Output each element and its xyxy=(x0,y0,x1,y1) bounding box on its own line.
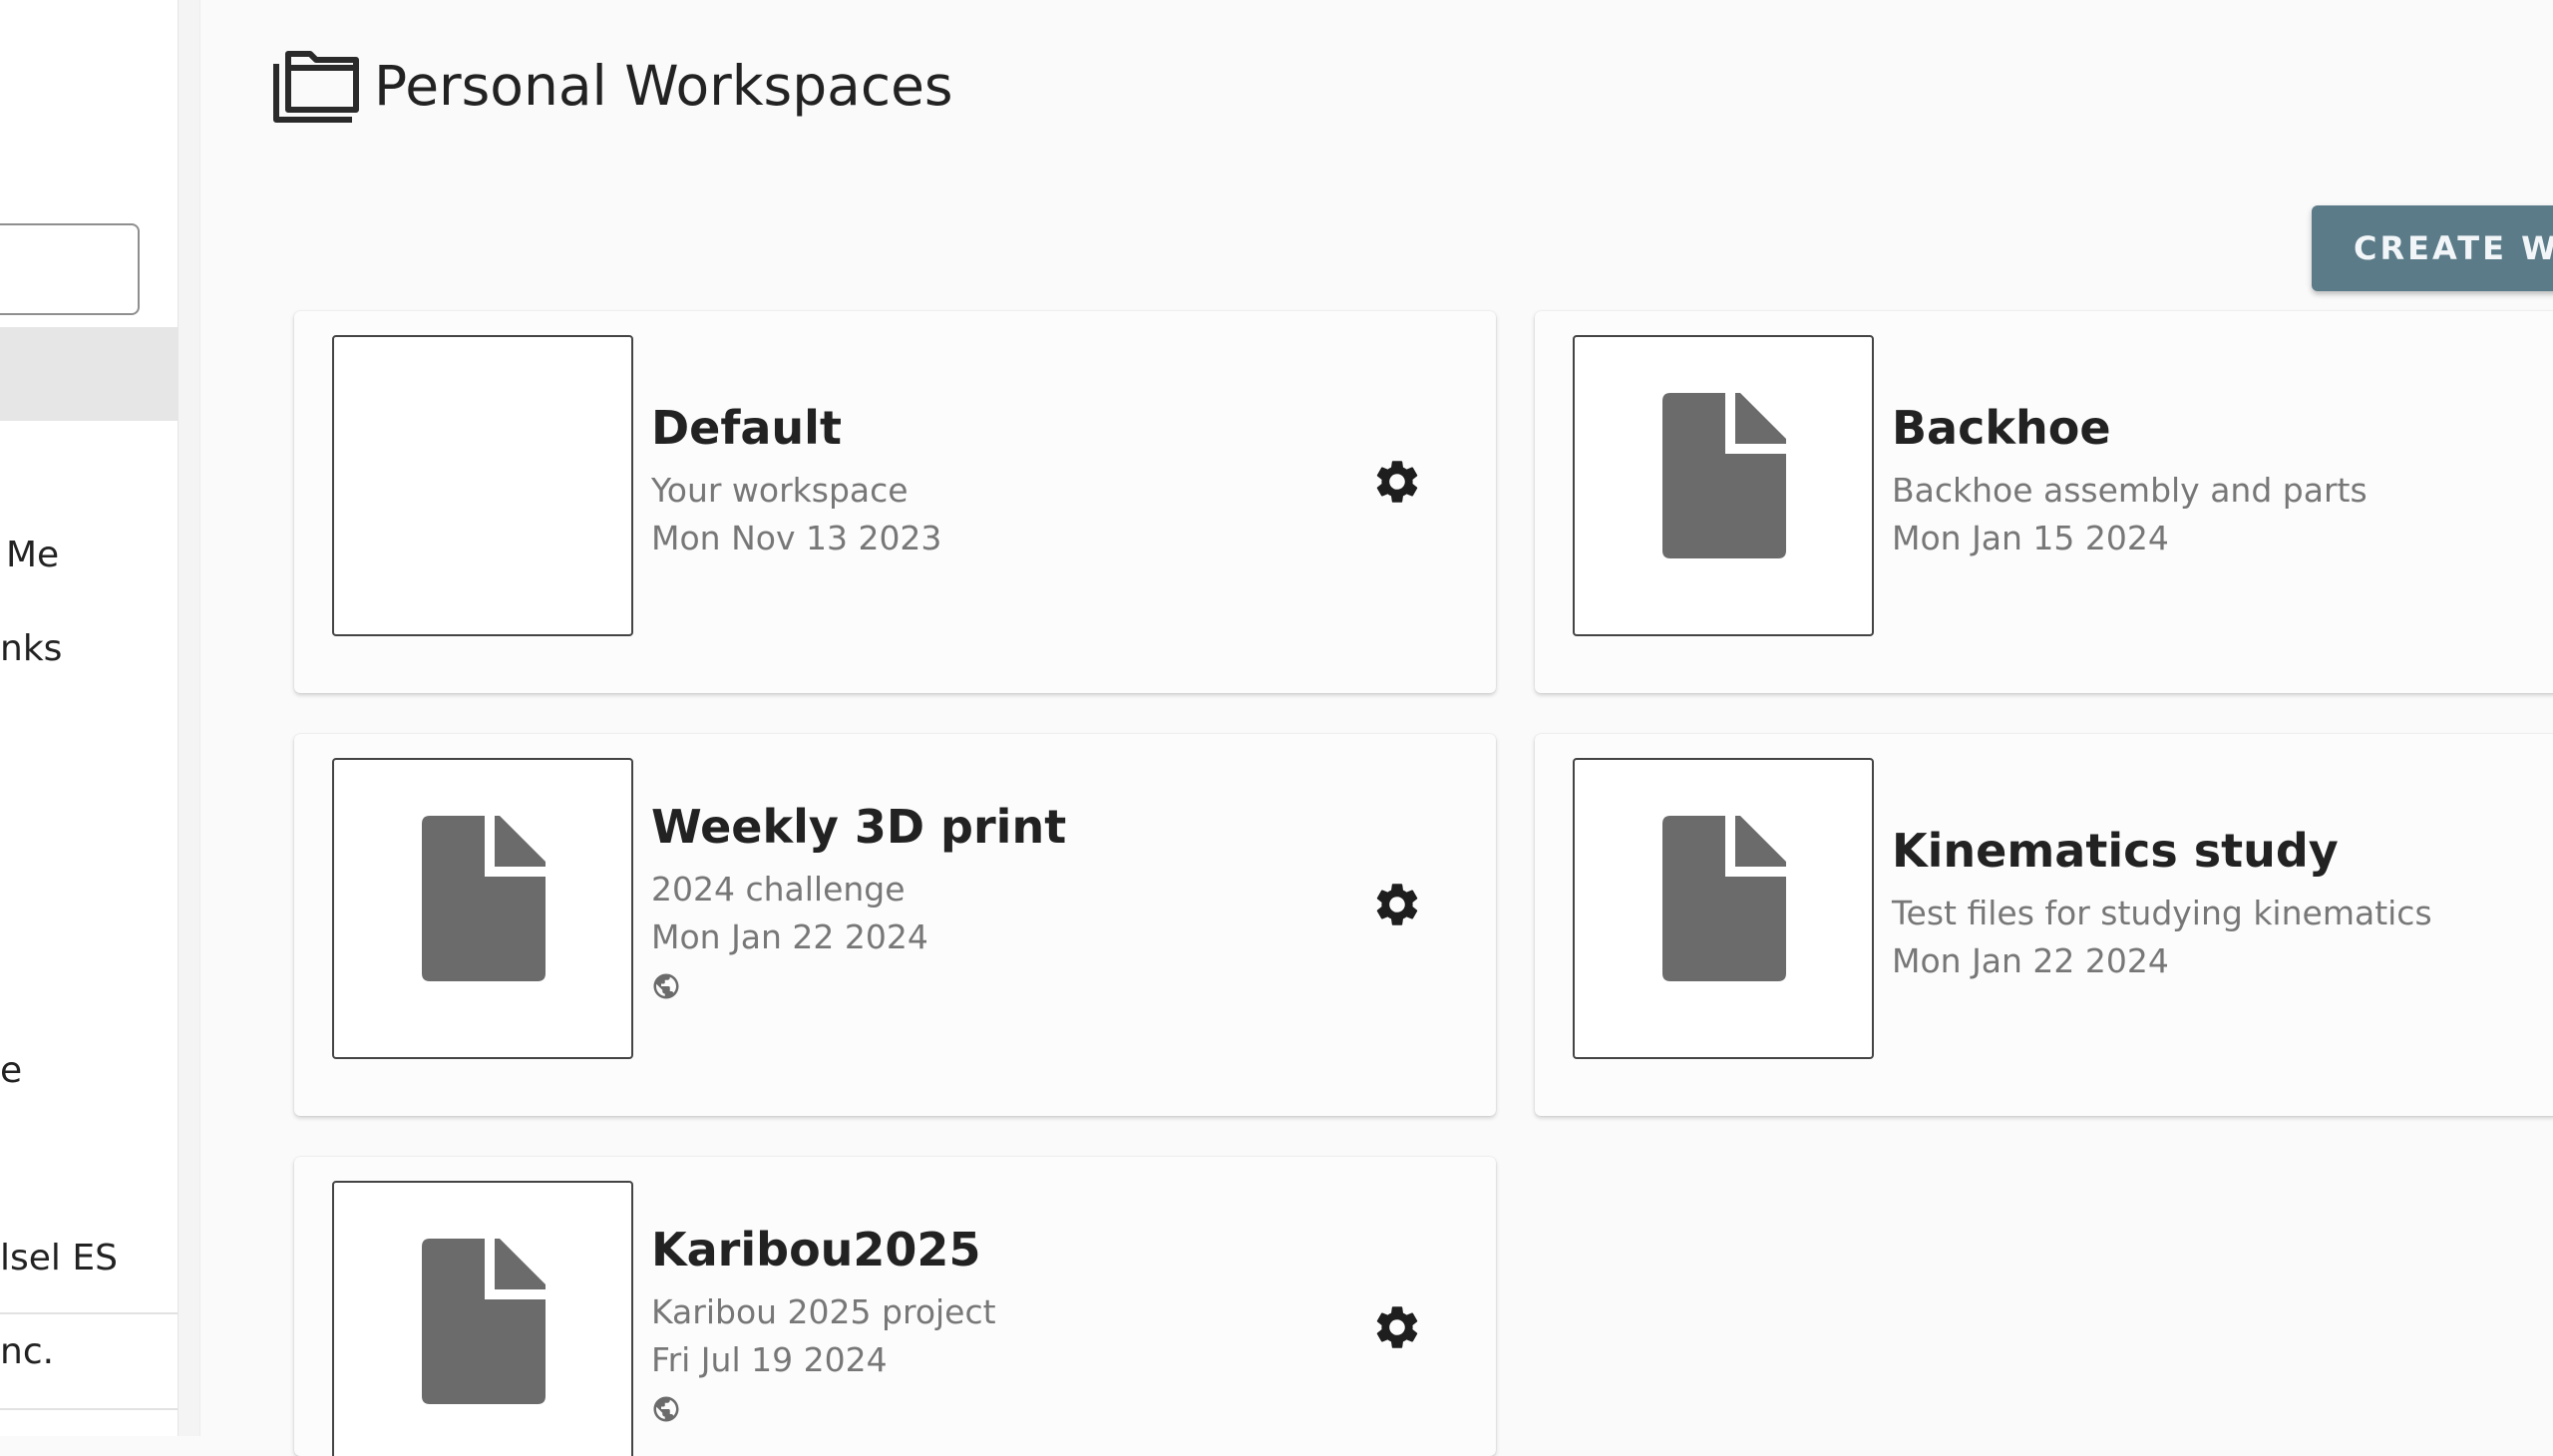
workspace-title[interactable]: Weekly 3D print xyxy=(651,800,1066,854)
document-icon xyxy=(422,814,547,981)
workspace-title[interactable]: Backhoe xyxy=(1892,401,2111,455)
sidebar: Me nks e lsel ES nc. xyxy=(0,0,179,1436)
document-icon xyxy=(1662,814,1788,981)
sidebar-divider xyxy=(0,1408,178,1410)
workspace-date: Mon Jan 22 2024 xyxy=(1892,941,2169,980)
gear-icon[interactable] xyxy=(1371,879,1423,930)
workspace-thumbnail[interactable] xyxy=(332,1181,633,1456)
sidebar-divider xyxy=(0,1312,178,1314)
sidebar-search-input[interactable] xyxy=(0,223,140,315)
workspace-description: Karibou 2025 project xyxy=(651,1292,996,1331)
workspace-description: Backhoe assembly and parts xyxy=(1892,471,2368,510)
create-workspace-button[interactable]: CREATE WO xyxy=(2312,205,2553,291)
folder-icon xyxy=(273,51,359,123)
workspace-description: Test files for studying kinematics xyxy=(1892,894,2432,932)
workspace-date: Mon Jan 15 2024 xyxy=(1892,519,2169,557)
workspace-thumbnail-blank[interactable] xyxy=(332,335,633,636)
page-title: Personal Workspaces xyxy=(374,54,953,118)
gear-icon[interactable] xyxy=(1371,456,1423,508)
sidebar-item-me[interactable]: Me xyxy=(6,535,59,575)
workspace-thumbnail[interactable] xyxy=(1573,758,1874,1059)
workspace-date: Mon Nov 13 2023 xyxy=(651,519,942,557)
page-header: Personal Workspaces xyxy=(272,46,953,126)
workspace-title[interactable]: Default xyxy=(651,401,842,455)
sidebar-item-selected[interactable] xyxy=(0,327,178,421)
workspace-card-weekly-3d-print[interactable]: Weekly 3D print 2024 challenge Mon Jan 2… xyxy=(294,734,1496,1116)
sidebar-item-links[interactable]: nks xyxy=(0,628,62,669)
workspace-title[interactable]: Karibou2025 xyxy=(651,1223,980,1276)
workspace-thumbnail[interactable] xyxy=(332,758,633,1059)
workspace-description: 2024 challenge xyxy=(651,870,906,909)
workspace-title[interactable]: Kinematics study xyxy=(1892,824,2339,878)
workspace-thumbnail[interactable] xyxy=(1573,335,1874,636)
workspace-card-kinematics-study[interactable]: Kinematics study Test files for studying… xyxy=(1535,734,2553,1116)
sidebar-item-org-es[interactable]: lsel ES xyxy=(0,1238,118,1278)
sidebar-item-inc[interactable]: nc. xyxy=(0,1331,54,1372)
workspace-card-default[interactable]: Default Your workspace Mon Nov 13 2023 xyxy=(294,311,1496,693)
workspace-card-backhoe[interactable]: Backhoe Backhoe assembly and parts Mon J… xyxy=(1535,311,2553,693)
workspace-date: Fri Jul 19 2024 xyxy=(651,1340,888,1379)
gear-icon[interactable] xyxy=(1371,1301,1423,1353)
document-icon xyxy=(422,1237,547,1404)
sidebar-gutter xyxy=(179,0,200,1436)
globe-icon xyxy=(653,1396,679,1422)
document-icon xyxy=(1662,391,1788,558)
workspace-date: Mon Jan 22 2024 xyxy=(651,917,928,956)
workspace-card-karibou2025[interactable]: Karibou2025 Karibou 2025 project Fri Jul… xyxy=(294,1157,1496,1456)
workspace-description: Your workspace xyxy=(651,471,909,510)
globe-icon xyxy=(653,973,679,999)
sidebar-item-e[interactable]: e xyxy=(0,1050,22,1091)
